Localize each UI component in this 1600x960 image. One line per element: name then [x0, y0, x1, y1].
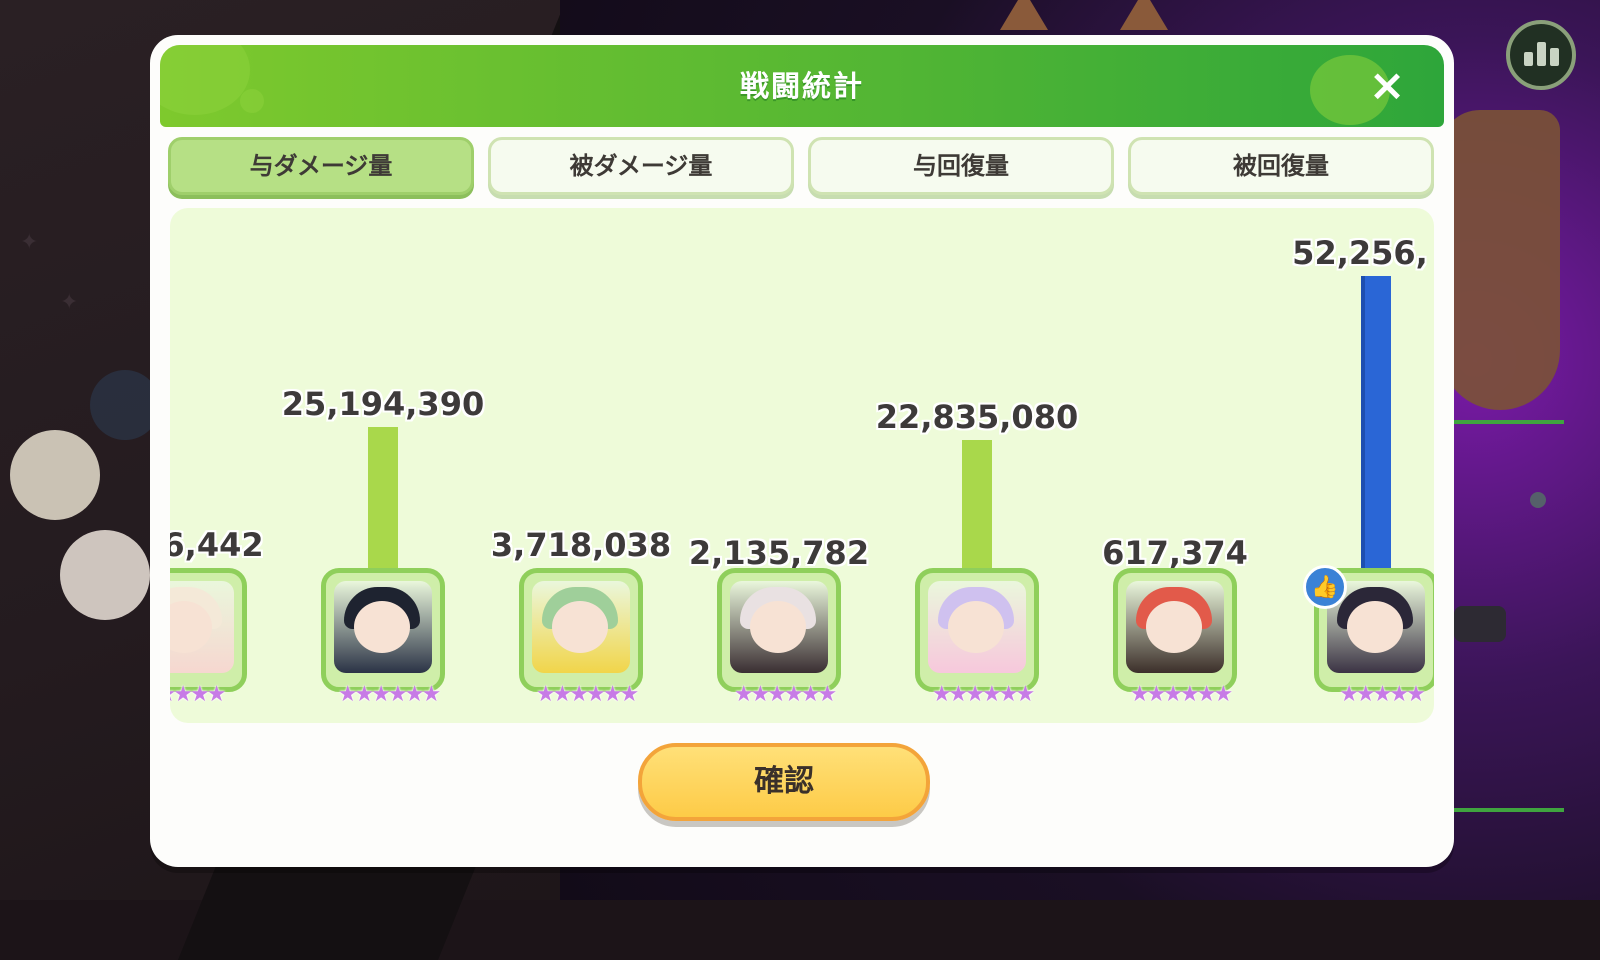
damage-value-label: 52,256,	[1292, 234, 1428, 272]
chart-icon-bar	[1536, 42, 1546, 66]
character-avatar[interactable]: ★★★★	[170, 568, 247, 707]
stats-chart-button[interactable]	[1506, 20, 1576, 90]
damage-value-label: 22,835,080	[875, 398, 1079, 436]
rarity-stars: ★★★★★★	[535, 682, 639, 707]
background-bar	[1454, 808, 1564, 812]
character-face	[750, 601, 806, 653]
character-face	[552, 601, 608, 653]
rarity-stars: ★★★★★★	[1129, 682, 1233, 707]
close-icon[interactable]: ×	[1364, 63, 1410, 109]
background-sparkle-icon: ✦	[60, 290, 79, 315]
background-sparkle-icon: ✦	[20, 230, 39, 255]
rarity-stars: ★★★★	[170, 682, 226, 707]
background-character-hair	[1440, 110, 1560, 410]
chart-icon-bar	[1523, 52, 1533, 66]
background-dot	[1530, 492, 1546, 508]
character-face	[1347, 601, 1403, 653]
tab-damage-taken[interactable]: 被ダメージ量	[488, 137, 794, 195]
character-avatar[interactable]: ★★★★★ 👍	[1303, 565, 1434, 707]
background-character	[10, 430, 100, 520]
background-panel	[1454, 606, 1506, 642]
battle-stats-dialog: 戦闘統計 × 与ダメージ量 被ダメージ量 与回復量 被回復量 6,442 ★★★★…	[150, 35, 1454, 867]
damage-value-label: 6,442	[170, 526, 264, 564]
character-avatar[interactable]: ★★★★★★	[717, 568, 841, 707]
damage-value-label: 25,194,390	[281, 385, 485, 423]
character-avatar[interactable]: ★★★★★★	[915, 568, 1039, 707]
damage-value-label: 3,718,038	[490, 526, 672, 564]
character-face	[948, 601, 1004, 653]
damage-bar	[1361, 276, 1391, 568]
character-avatar[interactable]: ★★★★★★	[1113, 568, 1237, 707]
background-bar	[1454, 420, 1564, 424]
rarity-stars: ★★★★★	[1339, 682, 1426, 707]
dialog-title: 戦闘統計	[739, 69, 864, 103]
character-face	[1146, 601, 1202, 653]
tab-healing-received[interactable]: 被回復量	[1128, 137, 1434, 195]
rarity-stars: ★★★★★★	[931, 682, 1035, 707]
damage-chart: 6,442★★★★25,194,390★★★★★★3,718,038★★★★★★…	[170, 208, 1434, 723]
tab-damage-dealt[interactable]: 与ダメージ量	[168, 137, 474, 195]
rarity-stars: ★★★★★★	[337, 682, 441, 707]
damage-bar	[962, 440, 992, 568]
tab-healing-done[interactable]: 与回復量	[808, 137, 1114, 195]
character-avatar[interactable]: ★★★★★★	[321, 568, 445, 707]
character-face	[354, 601, 410, 653]
damage-value-label: 2,135,782	[688, 534, 870, 572]
background-character	[60, 530, 150, 620]
confirm-button[interactable]: 確認	[638, 743, 930, 821]
rarity-stars: ★★★★★★	[733, 682, 837, 707]
thumbs-up-icon: 👍	[1303, 565, 1347, 609]
stats-tabs: 与ダメージ量 被ダメージ量 与回復量 被回復量	[168, 137, 1436, 197]
damage-bar	[368, 427, 398, 568]
chart-icon-bar	[1549, 48, 1559, 66]
dialog-header: 戦闘統計 ×	[160, 45, 1444, 127]
damage-value-label: 617,374	[1102, 534, 1248, 572]
character-avatar[interactable]: ★★★★★★	[519, 568, 643, 707]
